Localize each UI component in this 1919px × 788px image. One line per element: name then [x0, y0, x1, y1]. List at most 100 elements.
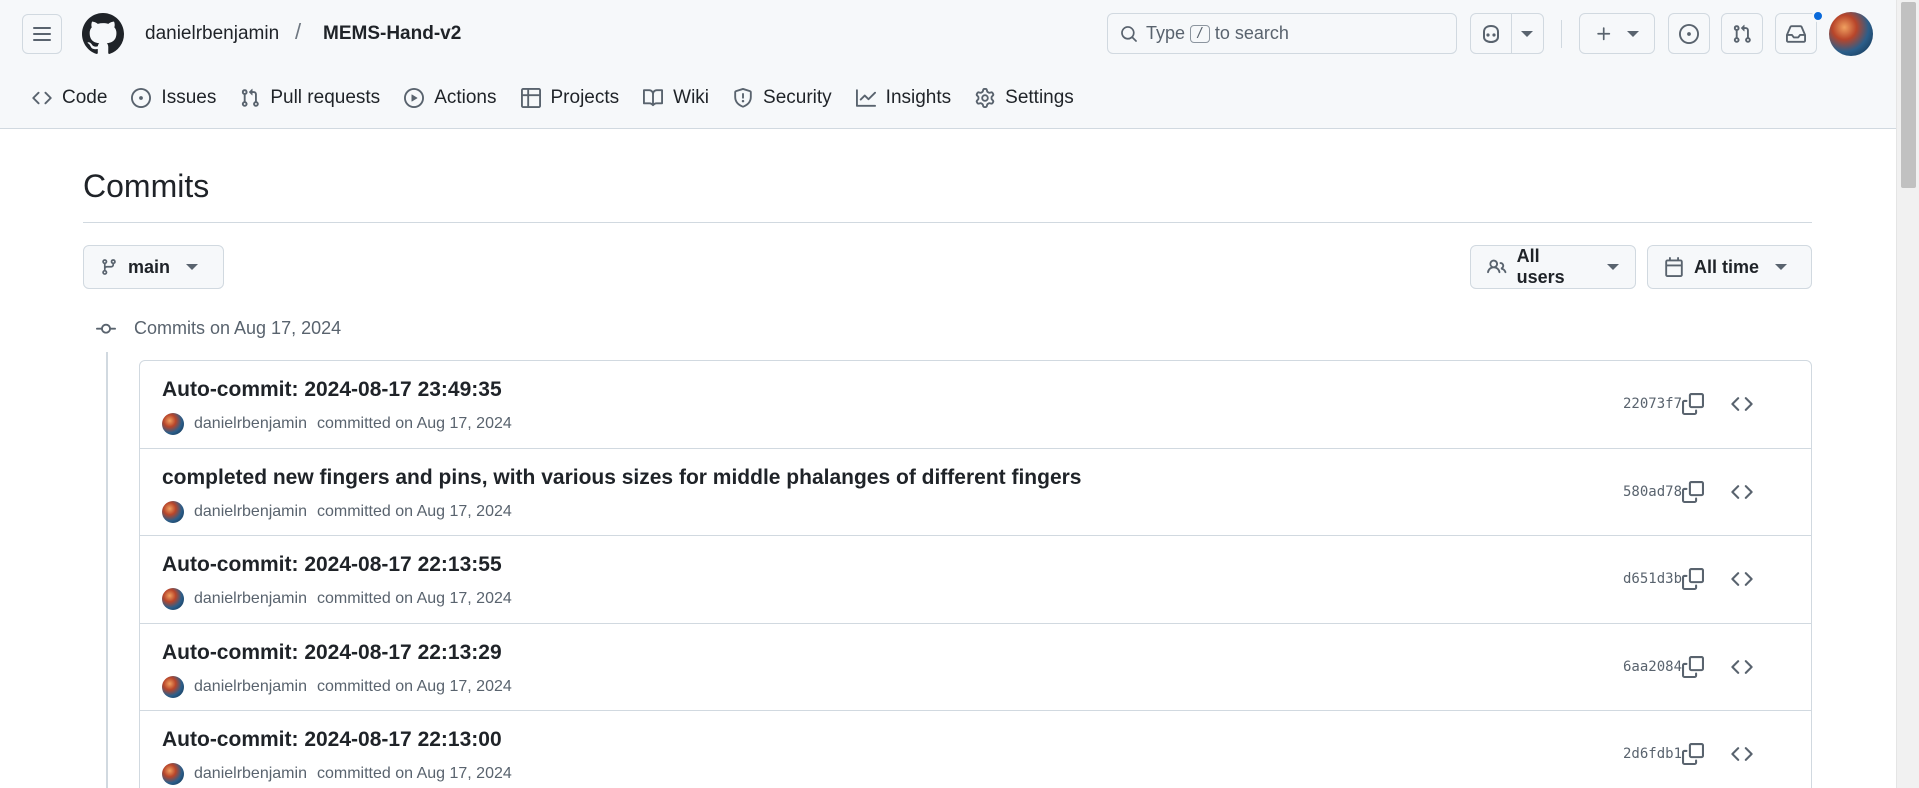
- tab-insights[interactable]: Insights: [844, 78, 963, 118]
- branch-select-button[interactable]: main: [83, 245, 224, 289]
- avatar[interactable]: [162, 500, 184, 523]
- tab-security[interactable]: Security: [721, 78, 844, 118]
- tab-label: Code: [62, 87, 108, 108]
- code-icon: [1731, 484, 1753, 499]
- copy-sha-button[interactable]: [1676, 737, 1710, 771]
- commit-author[interactable]: danielrbenjamin: [194, 765, 307, 783]
- tab-label: Actions: [434, 87, 497, 108]
- commit-row[interactable]: Auto-commit: 2024-08-17 22:13:00 danielr…: [140, 711, 1811, 788]
- play-icon: [404, 88, 425, 108]
- copy-sha-button[interactable]: [1676, 562, 1710, 596]
- commit-author[interactable]: danielrbenjamin: [194, 503, 307, 521]
- copy-icon: [1682, 393, 1704, 415]
- shield-icon: [734, 88, 752, 108]
- commit-row[interactable]: Auto-commit: 2024-08-17 23:49:35 danielr…: [140, 361, 1811, 449]
- commit-row[interactable]: Auto-commit: 2024-08-17 22:13:29 danielr…: [140, 624, 1811, 711]
- avatar[interactable]: [162, 413, 184, 435]
- tab-label: Settings: [1005, 87, 1074, 108]
- create-button[interactable]: [1579, 13, 1655, 54]
- commit-date: committed on Aug 17, 2024: [316, 765, 512, 782]
- copy-sha-button[interactable]: [1676, 650, 1710, 684]
- people-icon: [1487, 259, 1507, 274]
- copilot-button[interactable]: [1471, 14, 1512, 53]
- commit-title[interactable]: Auto-commit: 2024-08-17 23:49:35: [162, 378, 502, 402]
- avatar[interactable]: [162, 675, 184, 698]
- avatar[interactable]: [162, 763, 184, 785]
- header-divider: [1561, 20, 1562, 48]
- browse-code-button[interactable]: [1725, 387, 1759, 421]
- chevron-down-icon: [186, 264, 199, 270]
- users-filter-label: All users: [1516, 246, 1565, 287]
- gear-icon: [975, 88, 995, 108]
- pull-request-icon: [1733, 24, 1751, 43]
- users-filter-button[interactable]: All users: [1470, 245, 1636, 289]
- pull-requests-button[interactable]: [1721, 13, 1763, 54]
- copilot-button-group: [1470, 13, 1544, 54]
- page-scrollbar[interactable]: [1896, 0, 1919, 788]
- browse-code-button[interactable]: [1725, 650, 1759, 684]
- tab-actions[interactable]: Actions: [392, 78, 508, 118]
- commit-title[interactable]: Auto-commit: 2024-08-17 22:13:55: [162, 553, 502, 577]
- commit-group-label: Commits on Aug 17, 2024: [134, 318, 342, 338]
- commit-meta: danielrbenjamin committed on Aug 17, 202…: [162, 413, 512, 435]
- search-input[interactable]: Type / to search: [1107, 13, 1457, 54]
- commit-row[interactable]: Auto-commit: 2024-08-17 22:13:55 danielr…: [140, 536, 1811, 624]
- browse-code-button[interactable]: [1725, 562, 1759, 596]
- commit-title[interactable]: Auto-commit: 2024-08-17 22:13:00: [162, 728, 502, 752]
- issues-button[interactable]: [1668, 13, 1710, 54]
- user-avatar[interactable]: [1829, 12, 1873, 56]
- commit-meta: danielrbenjamin committed on Aug 17, 202…: [162, 588, 512, 610]
- tab-label: Security: [763, 87, 832, 108]
- tab-label: Pull requests: [270, 87, 381, 108]
- menu-button[interactable]: [22, 14, 62, 54]
- tab-issues[interactable]: Issues: [119, 78, 228, 118]
- tab-settings[interactable]: Settings: [963, 78, 1086, 118]
- commit-sha[interactable]: 22073f7: [1623, 396, 1682, 412]
- copy-sha-button[interactable]: [1676, 387, 1710, 421]
- branch-label: main: [128, 256, 171, 277]
- breadcrumb-repo[interactable]: MEMS-Hand-v2: [323, 22, 461, 46]
- hamburger-icon: [33, 27, 51, 41]
- commit-row[interactable]: completed new fingers and pins, with var…: [140, 449, 1811, 536]
- commit-author[interactable]: danielrbenjamin: [194, 678, 307, 696]
- tab-pull-requests[interactable]: Pull requests: [228, 78, 392, 118]
- tab-label: Insights: [885, 87, 952, 108]
- commit-sha[interactable]: 580ad78: [1623, 484, 1682, 500]
- scrollbar-thumb[interactable]: [1901, 2, 1916, 188]
- copilot-dropdown-button[interactable]: [1512, 14, 1543, 53]
- inbox-button[interactable]: [1775, 13, 1817, 54]
- code-icon: [1731, 397, 1753, 411]
- commit-sha[interactable]: d651d3b: [1623, 571, 1682, 587]
- commit-date: committed on Aug 17, 2024: [316, 415, 512, 432]
- commit-meta: danielrbenjamin committed on Aug 17, 202…: [162, 500, 512, 523]
- copy-icon: [1682, 480, 1704, 503]
- browse-code-button[interactable]: [1725, 737, 1759, 771]
- breadcrumb-owner[interactable]: danielrbenjamin: [145, 22, 279, 46]
- commit-date: committed on Aug 17, 2024: [316, 502, 512, 520]
- commit-author[interactable]: danielrbenjamin: [194, 590, 307, 608]
- code-icon: [1731, 659, 1753, 674]
- github-logo-icon[interactable]: [82, 13, 124, 55]
- tab-wiki[interactable]: Wiki: [631, 78, 721, 118]
- commit-author[interactable]: danielrbenjamin: [194, 415, 307, 433]
- copy-sha-button[interactable]: [1676, 475, 1710, 509]
- chevron-down-icon: [1775, 264, 1788, 270]
- tab-code[interactable]: Code: [20, 78, 119, 118]
- chevron-down-icon: [1607, 264, 1619, 270]
- commit-title[interactable]: Auto-commit: 2024-08-17 22:13:29: [162, 641, 502, 665]
- search-prefix: Type: [1146, 23, 1186, 43]
- commit-title[interactable]: completed new fingers and pins, with var…: [162, 466, 1082, 490]
- copy-icon: [1682, 568, 1704, 590]
- time-filter-button[interactable]: All time: [1647, 245, 1812, 289]
- copy-icon: [1682, 655, 1704, 678]
- browse-code-button[interactable]: [1725, 475, 1759, 509]
- code-icon: [1731, 572, 1753, 586]
- pull-request-icon: [242, 88, 260, 107]
- commit-sha[interactable]: 2d6fdb1: [1623, 746, 1682, 762]
- commit-group-header: Commits on Aug 17, 2024: [96, 318, 341, 339]
- book-icon: [643, 89, 664, 107]
- tab-projects[interactable]: Projects: [509, 78, 632, 118]
- app-header: danielrbenjamin / MEMS-Hand-v2 Type / to…: [0, 0, 1896, 129]
- commit-sha[interactable]: 6aa2084: [1623, 659, 1682, 675]
- avatar[interactable]: [162, 588, 184, 610]
